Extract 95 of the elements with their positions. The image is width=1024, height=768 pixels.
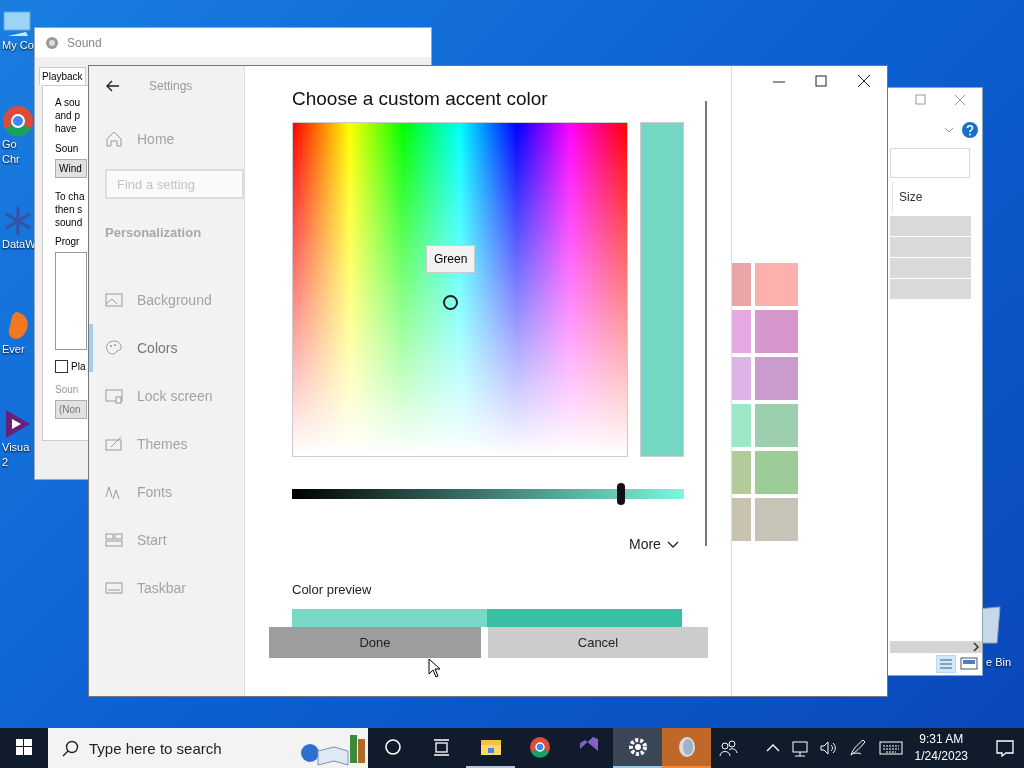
settings-icon[interactable]: [626, 736, 649, 758]
color-swatch[interactable]: [732, 498, 751, 541]
desktop-icon-label[interactable]: DataW: [2, 237, 36, 252]
people-icon[interactable]: [718, 739, 738, 757]
tab[interactable]: Playback: [39, 67, 86, 85]
more-button[interactable]: More: [629, 536, 679, 552]
keyboard-icon[interactable]: [878, 740, 903, 756]
preview-view-icon[interactable]: [960, 655, 978, 673]
clock[interactable]: 9:31 AM 1/24/2023: [914, 731, 968, 765]
monitor-icon: [2, 10, 32, 38]
desktop-icon-label[interactable]: Visua: [2, 440, 30, 455]
nav-item[interactable]: Fonts: [89, 468, 244, 516]
column-header[interactable]: Size: [892, 182, 975, 212]
description-text: and p: [55, 109, 81, 122]
circle-icon[interactable]: [384, 739, 401, 755]
desktop-icon-label[interactable]: Chr: [2, 152, 20, 167]
scheme-dropdown[interactable]: Wind: [55, 159, 87, 178]
color-swatch[interactable]: [755, 357, 798, 400]
sounds-dropdown[interactable]: (Non: [55, 400, 87, 419]
help-icon[interactable]: [962, 122, 978, 138]
desktop-icon-label[interactable]: My Co: [2, 38, 34, 53]
chrome-icon[interactable]: [528, 736, 551, 758]
chevron-up-icon[interactable]: [765, 743, 780, 753]
back-arrow-icon[interactable]: [105, 78, 121, 94]
chrome-icon: [2, 105, 34, 137]
tooltip: Green: [426, 245, 476, 273]
desktop-icon-label[interactable]: e Bin: [986, 656, 1012, 668]
maximize-icon[interactable]: [815, 74, 827, 88]
windows-logo-icon[interactable]: [16, 739, 32, 755]
palette-icon: [105, 339, 123, 357]
chevron-right-icon[interactable]: [972, 642, 982, 652]
description-text: sound: [55, 216, 84, 229]
description-text: then s: [55, 203, 84, 216]
dialog-title: Choose a custom accent color: [292, 88, 549, 110]
search-icon: [62, 739, 79, 757]
network-icon[interactable]: [791, 739, 808, 757]
nav-item[interactable]: Lock screen: [89, 372, 244, 420]
task-view-icon[interactable]: [433, 738, 450, 756]
window-title: Settings: [149, 79, 193, 93]
home-icon: [105, 130, 123, 148]
maximize-icon[interactable]: [915, 94, 926, 105]
description-text: have: [55, 122, 77, 135]
color-swatch[interactable]: [732, 404, 751, 447]
dialog-button[interactable]: Cancel: [488, 627, 708, 658]
color-swatch[interactable]: [755, 263, 798, 306]
volume-icon[interactable]: [819, 740, 837, 756]
nav-item[interactable]: Taskbar: [89, 564, 244, 612]
nav-item[interactable]: Themes: [89, 420, 244, 468]
description-text: A sou: [55, 96, 81, 109]
window-title: Sound: [67, 35, 102, 50]
nav-item[interactable]: Home: [89, 115, 244, 163]
search-field[interactable]: [890, 148, 970, 178]
color-swatch[interactable]: [755, 404, 798, 447]
taskbar-icon: [105, 579, 123, 597]
desktop-icon-label[interactable]: 2: [2, 455, 9, 470]
field-label: Soun: [55, 383, 79, 396]
section-heading: Personalization: [105, 225, 203, 240]
dialog-button[interactable]: Done: [269, 627, 481, 658]
section-label: Color preview: [292, 582, 373, 597]
pen-icon[interactable]: [848, 739, 867, 757]
field-label: Progr: [55, 235, 80, 248]
color-swatch[interactable]: [755, 310, 798, 353]
color-swatch[interactable]: [732, 263, 751, 306]
notification-icon[interactable]: [996, 739, 1014, 757]
desktop-icon-label[interactable]: Go: [2, 137, 17, 152]
color-swatch[interactable]: [732, 357, 751, 400]
lock-screen-icon: [105, 387, 123, 405]
color-swatch[interactable]: [732, 310, 751, 353]
desktop-icon-label[interactable]: Ever: [2, 342, 25, 357]
color-spectrum[interactable]: Green: [292, 122, 628, 457]
field-label: Soun: [55, 142, 79, 155]
slider-thumb[interactable]: [617, 483, 626, 505]
picture-icon: [105, 291, 123, 309]
tiles-icon: [105, 531, 123, 549]
color-swatch[interactable]: [732, 451, 751, 494]
checkbox[interactable]: [55, 360, 68, 373]
color-swatch[interactable]: [755, 451, 798, 494]
brush-icon: [105, 435, 123, 453]
color-swatch[interactable]: [755, 498, 798, 541]
checkbox-label: Pla: [71, 360, 86, 373]
chevron-down-icon: [666, 539, 679, 549]
details-view-icon[interactable]: [936, 655, 956, 673]
nav-item[interactable]: Background: [89, 276, 244, 324]
taskbar-search-field[interactable]: Type here to search: [48, 728, 368, 768]
scrollbar[interactable]: [705, 101, 707, 546]
speaker-icon: [45, 35, 59, 50]
picker-handle[interactable]: [443, 295, 458, 310]
chevron-down-icon[interactable]: [944, 126, 954, 134]
scrollbar[interactable]: [890, 641, 982, 653]
mouse-pointer-icon: [428, 658, 441, 678]
nav-item[interactable]: Start: [89, 516, 244, 564]
close-icon[interactable]: [857, 74, 871, 88]
description-text: To cha: [55, 190, 85, 203]
events-list[interactable]: [55, 252, 87, 350]
taskbar-app[interactable]: [613, 728, 662, 768]
